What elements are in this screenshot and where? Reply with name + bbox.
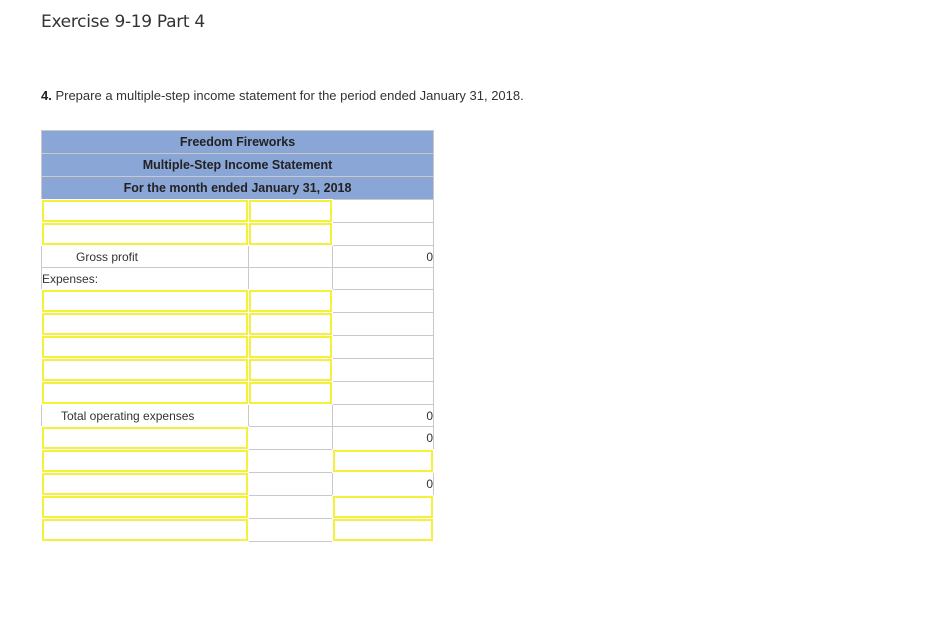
- exercise-title: Exercise 9-19 Part 4: [41, 12, 205, 32]
- table-row: 0: [41, 426, 435, 450]
- table-row: 0: [41, 472, 435, 496]
- expense-amount-input[interactable]: [248, 335, 333, 359]
- table-row: Total operating expenses 0: [41, 404, 435, 427]
- table-row: Expenses:: [41, 267, 435, 290]
- net-income-label-input[interactable]: [41, 518, 249, 542]
- account-name-input[interactable]: [41, 222, 249, 246]
- amount-input[interactable]: [248, 199, 333, 223]
- expense-amount-input[interactable]: [248, 381, 333, 405]
- empty-cell: [331, 312, 435, 336]
- expense-name-input[interactable]: [41, 312, 249, 336]
- empty-cell: [331, 289, 435, 313]
- amount-input[interactable]: [248, 222, 333, 246]
- empty-cell: [331, 267, 435, 290]
- table-row: [41, 335, 435, 359]
- company-name: Freedom Fireworks: [40, 130, 435, 154]
- table-row: [41, 312, 435, 336]
- table-row: [41, 381, 435, 405]
- account-name-input[interactable]: [41, 426, 249, 450]
- total-amount-input[interactable]: [331, 449, 435, 473]
- account-name-input[interactable]: [41, 472, 249, 496]
- net-income-amount-input[interactable]: [331, 518, 435, 542]
- empty-cell: [248, 495, 333, 519]
- gross-profit-label: Gross profit: [41, 245, 249, 268]
- expense-name-input[interactable]: [41, 289, 249, 313]
- expenses-label: Expenses:: [41, 267, 249, 290]
- empty-cell: [248, 267, 333, 290]
- empty-cell: [248, 245, 333, 268]
- empty-cell: [248, 426, 333, 450]
- account-name-input[interactable]: [41, 199, 249, 223]
- empty-cell: [331, 335, 435, 359]
- empty-cell: [331, 358, 435, 382]
- expense-amount-input[interactable]: [248, 312, 333, 336]
- gross-profit-value: 0: [331, 245, 435, 268]
- total-operating-expenses-value: 0: [331, 404, 435, 427]
- total-operating-expenses-label: Total operating expenses: [41, 404, 249, 427]
- computed-value: 0: [331, 472, 435, 496]
- instruction-text: Prepare a multiple-step income statement…: [51, 88, 524, 103]
- computed-value: 0: [331, 426, 435, 450]
- statement-name: Multiple-Step Income Statement: [40, 153, 435, 177]
- table-row: [41, 518, 435, 542]
- expense-name-input[interactable]: [41, 358, 249, 382]
- empty-cell: [331, 381, 435, 405]
- empty-cell: [331, 199, 435, 223]
- empty-cell: [331, 222, 435, 246]
- table-row: [41, 222, 435, 246]
- instruction: 4. Prepare a multiple-step income statem…: [41, 88, 524, 103]
- instruction-number: 4.: [41, 88, 52, 103]
- statement-period: For the month ended January 31, 2018: [40, 176, 435, 200]
- total-amount-input[interactable]: [331, 495, 435, 519]
- income-statement-table: Freedom Fireworks Multiple-Step Income S…: [40, 130, 435, 542]
- empty-cell: [248, 404, 333, 427]
- expense-name-input[interactable]: [41, 381, 249, 405]
- table-row: [41, 495, 435, 519]
- table-row: [41, 289, 435, 313]
- table-row: [41, 358, 435, 382]
- expense-name-input[interactable]: [41, 335, 249, 359]
- account-name-input[interactable]: [41, 449, 249, 473]
- expense-amount-input[interactable]: [248, 358, 333, 382]
- account-name-input[interactable]: [41, 495, 249, 519]
- empty-cell: [248, 472, 333, 496]
- expense-amount-input[interactable]: [248, 289, 333, 313]
- table-row: [41, 449, 435, 473]
- table-row: [41, 199, 435, 223]
- empty-cell: [248, 518, 333, 542]
- table-row: Gross profit 0: [41, 245, 435, 268]
- empty-cell: [248, 449, 333, 473]
